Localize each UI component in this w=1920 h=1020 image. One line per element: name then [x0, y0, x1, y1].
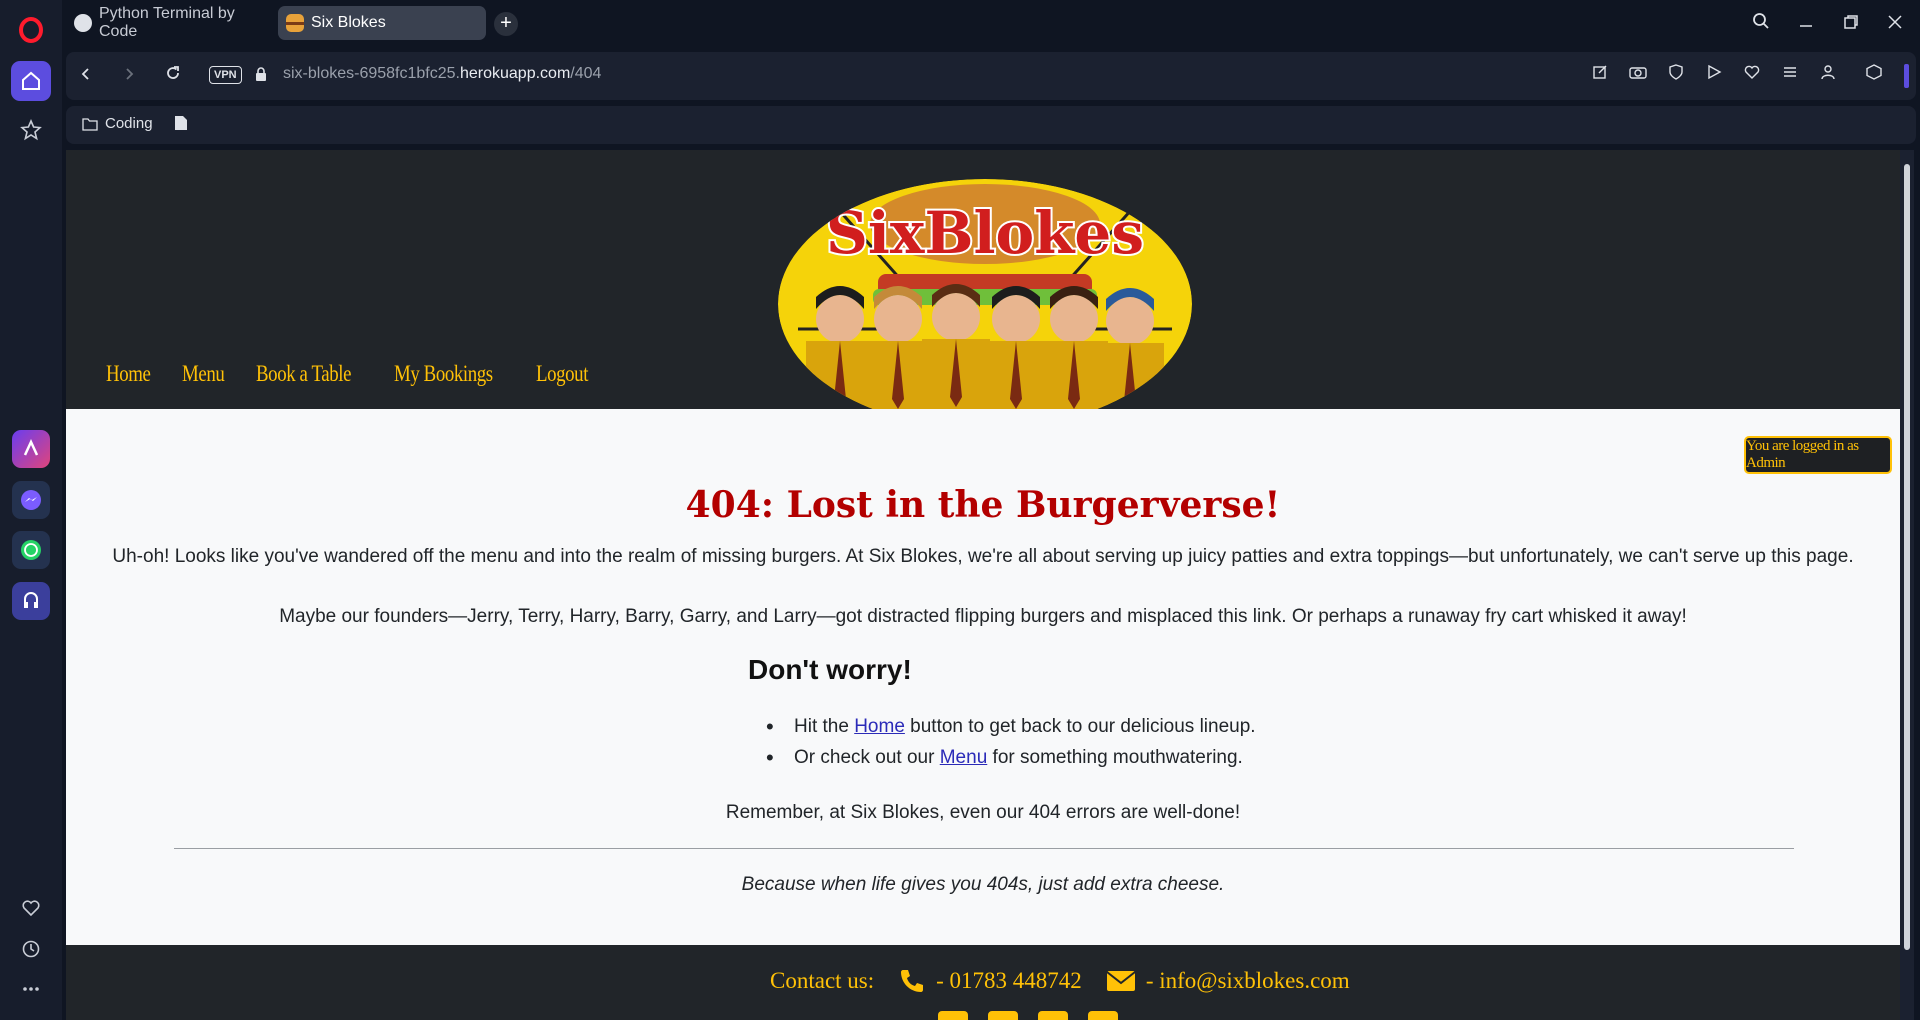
contact-label: Contact us: — [770, 968, 875, 993]
dont-worry-heading: Don't worry! — [748, 654, 912, 685]
nav-my-bookings[interactable]: My Bookings — [394, 361, 493, 387]
contact-info: Contact us: - 01783 448742 - info@sixblo… — [770, 967, 1350, 995]
home-link[interactable]: Home — [854, 716, 905, 737]
new-tab-button[interactable]: + — [494, 12, 518, 36]
social-icon[interactable] — [1088, 1011, 1118, 1020]
url-prefix: six-blokes-6958fc1bfc25. — [283, 65, 460, 82]
bookmark-label: Coding — [105, 115, 153, 132]
site-footer: Contact us: - 01783 448742 - info@sixblo… — [66, 945, 1900, 1020]
messenger-icon[interactable] — [12, 481, 50, 519]
intro-paragraph: Uh-oh! Looks like you've wandered off th… — [112, 546, 1854, 567]
tab-python-terminal[interactable]: Python Terminal by Code — [66, 5, 271, 40]
extensions-icon[interactable] — [1862, 64, 1886, 88]
list-item: Hit the Home button to get back to our d… — [766, 714, 1256, 740]
vpn-badge[interactable]: VPN — [209, 66, 242, 84]
bookmark-page-icon[interactable] — [174, 115, 188, 131]
browser-sidebar — [0, 0, 62, 1020]
list-item: Or check out our Menu for something mout… — [766, 745, 1256, 771]
main-nav: Home Menu Book a Table My Bookings Logou… — [106, 361, 600, 387]
easy-setup-icon[interactable] — [1778, 64, 1802, 88]
list-text: button to get back to our delicious line… — [904, 716, 1256, 737]
list-text: Hit the — [794, 716, 855, 737]
help-list: Hit the Home button to get back to our d… — [766, 714, 1256, 778]
svg-text:SixBlokes: SixBlokes — [826, 199, 1144, 267]
nav-home[interactable]: Home — [106, 361, 151, 387]
minimize-icon[interactable] — [1791, 10, 1821, 38]
tab-six-blokes[interactable]: Six Blokes — [278, 6, 486, 40]
social-icon[interactable] — [1038, 1011, 1068, 1020]
divider — [174, 848, 1794, 849]
globe-icon — [74, 14, 92, 32]
envelope-icon — [1106, 971, 1136, 991]
social-icon[interactable] — [988, 1011, 1018, 1020]
tagline: Because when life gives you 404s, just a… — [741, 874, 1225, 895]
url-domain: herokuapp.com — [459, 65, 571, 82]
sidebar-indicator — [1904, 64, 1909, 88]
bookmark-folder-coding[interactable]: Coding — [82, 115, 153, 132]
opera-logo-icon[interactable] — [11, 10, 51, 50]
star-icon[interactable] — [11, 110, 51, 150]
restore-icon[interactable] — [1836, 10, 1866, 38]
tab-bar: Python Terminal by Code Six Blokes + — [62, 0, 1920, 46]
forward-icon[interactable] — [115, 62, 143, 90]
search-tabs-icon[interactable] — [1746, 10, 1776, 38]
aria-icon[interactable] — [12, 430, 50, 468]
profile-icon[interactable] — [1816, 64, 1840, 88]
page-scrollbar[interactable] — [1900, 150, 1914, 1020]
list-text: for something mouthwatering. — [987, 747, 1243, 768]
phone-icon — [901, 970, 924, 992]
nav-logout[interactable]: Logout — [536, 361, 588, 387]
back-icon[interactable] — [72, 62, 100, 90]
social-icon[interactable] — [938, 1011, 968, 1020]
folder-icon — [82, 117, 98, 131]
address-bar: VPN six-blokes-6958fc1bfc25.herokuapp.co… — [66, 52, 1916, 100]
lock-icon[interactable] — [254, 66, 268, 85]
play-icon[interactable] — [1702, 64, 1726, 88]
email-address[interactable]: - info@sixblokes.com — [1146, 968, 1350, 994]
close-icon[interactable] — [1880, 10, 1910, 38]
nav-menu[interactable]: Menu — [182, 361, 225, 387]
url-field[interactable]: six-blokes-6958fc1bfc25.herokuapp.com/40… — [283, 65, 601, 83]
web-page: SixBlokes Home Menu Book a Table My Book… — [66, 150, 1900, 1020]
home-icon[interactable] — [11, 61, 51, 101]
menu-link[interactable]: Menu — [940, 747, 988, 768]
tab-label: Python Terminal by Code — [99, 5, 235, 40]
six-blokes-logo[interactable]: SixBlokes — [778, 179, 1192, 409]
founders-paragraph: Maybe our founders—Jerry, Terry, Harry, … — [279, 606, 1687, 627]
bookmarks-bar: Coding — [66, 106, 1916, 144]
login-status-badge: You are logged in as Admin — [1744, 436, 1892, 474]
nav-book-a-table[interactable]: Book a Table — [256, 361, 351, 387]
social-links — [938, 1011, 1118, 1020]
closing-paragraph: Remember, at Six Blokes, even our 404 er… — [725, 802, 1241, 823]
music-player-icon[interactable] — [12, 582, 50, 620]
reload-icon[interactable] — [159, 62, 187, 90]
phone-number[interactable]: - 01783 448742 — [936, 968, 1082, 994]
favorite-heart-icon[interactable] — [1740, 64, 1764, 88]
shield-icon[interactable] — [1664, 64, 1688, 88]
history-icon[interactable] — [11, 929, 51, 969]
list-text: Or check out our — [794, 747, 940, 768]
whatsapp-icon[interactable] — [12, 531, 50, 569]
camera-icon[interactable] — [1626, 64, 1650, 88]
edit-icon[interactable] — [1588, 64, 1612, 88]
scrollbar-thumb[interactable] — [1904, 164, 1910, 950]
page-title: 404: Lost in the Burgerverse! — [685, 484, 1281, 526]
url-path: /404 — [570, 65, 602, 82]
heart-icon[interactable] — [11, 888, 51, 928]
burger-icon — [286, 14, 304, 32]
tab-label: Six Blokes — [311, 14, 386, 31]
site-header: SixBlokes Home Menu Book a Table My Book… — [66, 150, 1900, 409]
more-icon[interactable] — [11, 969, 51, 1009]
